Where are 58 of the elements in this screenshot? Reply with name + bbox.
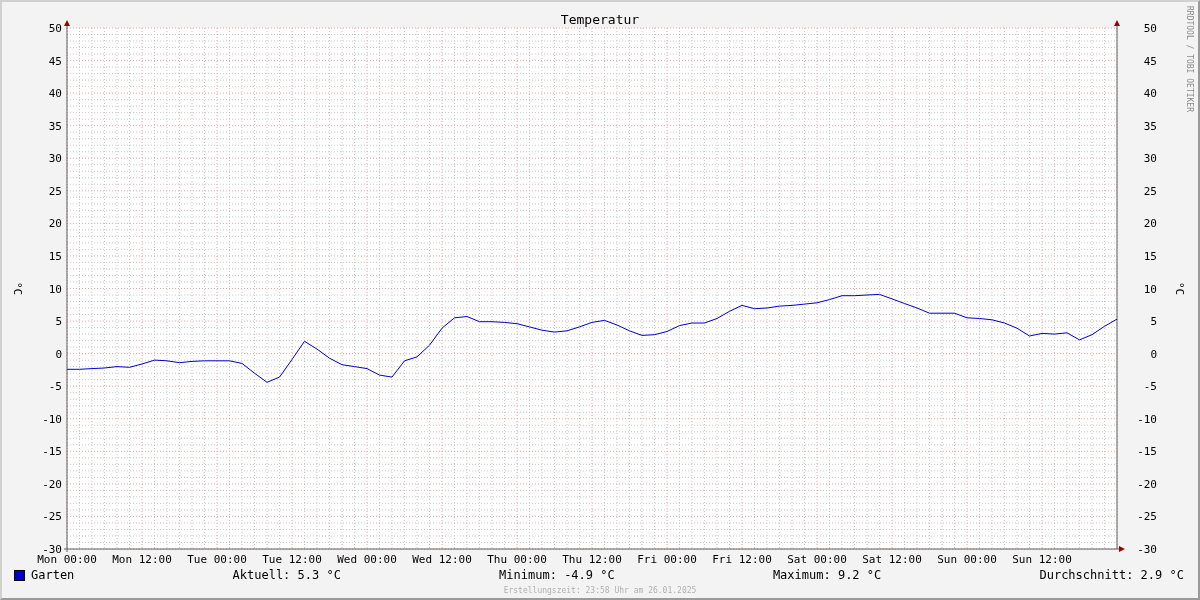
axis-tick-label: Thu 00:00: [487, 553, 547, 565]
axis-tick-label: -15: [1137, 445, 1157, 459]
axis-tick-label: 5: [1150, 315, 1157, 329]
axis-tick-label: -5: [48, 380, 62, 394]
axis-tick-label: 20: [1143, 217, 1157, 231]
axis-tick-label: -5: [1143, 380, 1157, 394]
statistic-text: Maximum: 9.2 °C: [772, 568, 882, 582]
axis-tick-label: 45: [48, 54, 62, 68]
axis-tick-label: -30: [42, 543, 62, 556]
credit-text: RRDTOOL / TOBI OETIKER: [1185, 6, 1194, 112]
axis-tick-label: 35: [48, 119, 62, 133]
axis-tick-label: Sun 00:00: [937, 553, 997, 565]
axis-tick-label: Fri 00:00: [637, 553, 697, 565]
axis-tick-label: 15: [48, 249, 62, 263]
axis-tick-label: 40: [48, 87, 62, 101]
axis-tick-label: Sat 12:00: [862, 553, 922, 565]
axis-tick-label: Fri 12:00: [712, 553, 772, 565]
axis-tick-label: 20: [48, 217, 62, 231]
axis-tick-label: Sun 12:00: [1012, 553, 1072, 565]
axis-tick-label: Mon 00:00: [37, 553, 97, 565]
axis-tick-label: 40: [1143, 87, 1157, 101]
axis-tick-label: 0: [55, 347, 62, 361]
axis-tick-label: 5: [55, 315, 62, 329]
axis-tick-label: -15: [42, 445, 62, 459]
legend-label: Garten: [31, 568, 75, 582]
axis-tick-label: 0: [1150, 347, 1157, 361]
statistic-text: Minimum: -4.9 °C: [499, 568, 615, 582]
axis-tick-label: -25: [1137, 510, 1157, 524]
axis-tick-label: 30: [48, 152, 62, 166]
axis-tick-label: Wed 12:00: [412, 553, 472, 565]
creation-timestamp: Erstellungszeit: 23:58 Uhr am 26.01.2025: [502, 585, 698, 597]
axis-tick-label: 50: [48, 22, 62, 35]
axis-tick-label: -10: [1137, 412, 1157, 426]
statistic-text: Durchschnitt: 2.9 °C: [1039, 568, 1184, 582]
axis-tick-label: 35: [1143, 119, 1157, 133]
axis-tick-label: Mon 12:00: [112, 553, 172, 565]
axis-tick-label: Sat 00:00: [787, 553, 847, 565]
axis-tick-label: Tue 12:00: [262, 553, 322, 565]
axis-tick-label: Wed 00:00: [337, 553, 397, 565]
axis-tick-label: -25: [42, 510, 62, 524]
axis-label: °C: [11, 281, 24, 296]
axis-tick-label: 25: [1143, 184, 1157, 198]
chart-title: Temperatur: [560, 12, 640, 27]
axis-tick-label: 15: [1143, 249, 1157, 263]
axis-tick-label: -20: [1137, 477, 1157, 491]
axis-tick-label: Thu 12:00: [562, 553, 622, 565]
axis-tick-label: Tue 00:00: [187, 553, 247, 565]
axis-tick-label: 10: [48, 282, 62, 296]
axis-tick-label: 45: [1143, 54, 1157, 68]
axis-tick-label: 10: [1143, 282, 1157, 296]
statistic-text: Aktuell: 5.3 °C: [232, 568, 341, 582]
axis-tick-label: 50: [1143, 22, 1157, 35]
axis-tick-label: -30: [1137, 543, 1157, 556]
axis-tick-label: 25: [48, 184, 62, 198]
axis-tick-label: -20: [42, 477, 62, 491]
axis-tick-label: -10: [42, 412, 62, 426]
axis-tick-label: 30: [1143, 152, 1157, 166]
axis-label: °C: [1173, 281, 1186, 296]
